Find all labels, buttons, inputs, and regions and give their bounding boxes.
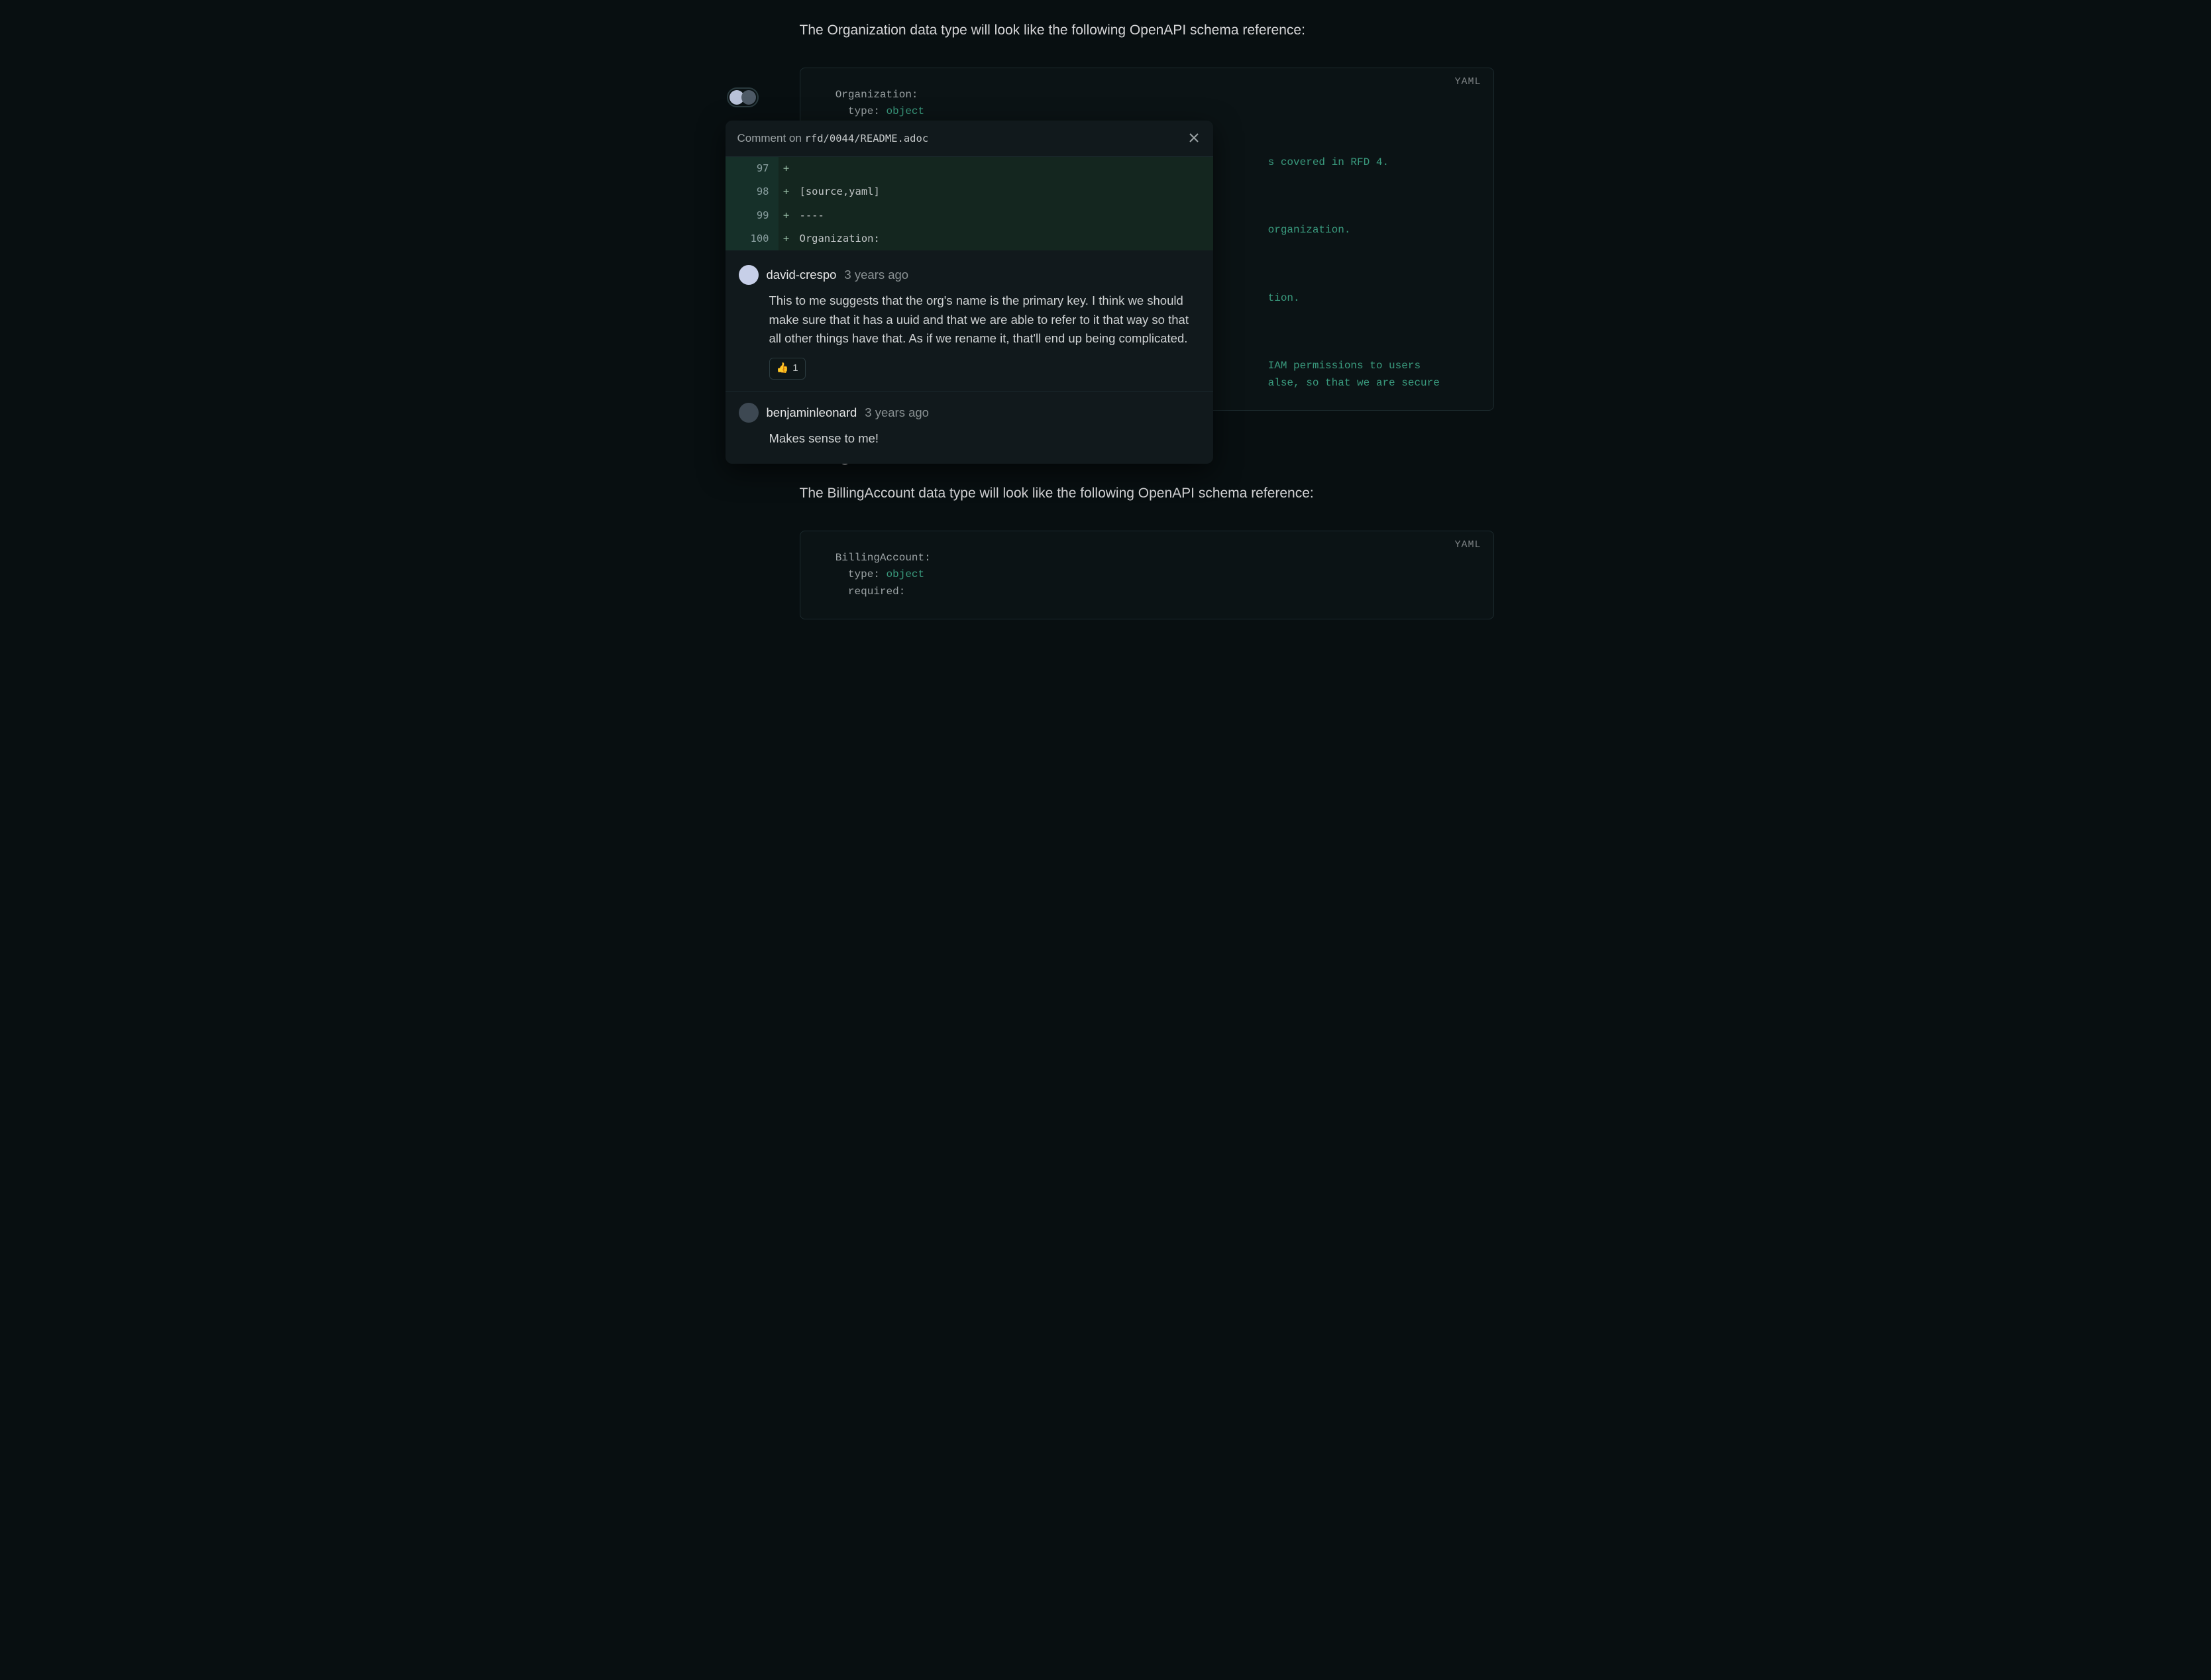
diff-marker: +: [779, 157, 794, 180]
section-intro-paragraph: The BillingAccount data type will look l…: [800, 483, 1494, 504]
diff-line-content: ----: [794, 204, 1213, 227]
line-number: 98: [726, 180, 779, 203]
popover-file-path: rfd/0044/README.adoc: [805, 132, 929, 144]
avatar: [741, 90, 756, 105]
code-language-label: YAML: [1454, 75, 1481, 90]
close-icon: [1189, 133, 1199, 142]
diff-row[interactable]: 99+----: [726, 204, 1213, 227]
code-content: BillingAccount: type: object required:: [823, 550, 1471, 601]
line-number: 99: [726, 204, 779, 227]
diff-snippet: 97+98+[source,yaml]99+----100+Organizati…: [726, 157, 1213, 250]
comment-body: This to me suggests that the org's name …: [769, 291, 1200, 348]
close-button[interactable]: [1187, 130, 1201, 147]
diff-marker: +: [779, 180, 794, 203]
diff-line-content: [794, 157, 1213, 180]
diff-row[interactable]: 98+[source,yaml]: [726, 180, 1213, 203]
avatar: [739, 265, 759, 285]
thumbs-up-icon: 👍: [777, 361, 789, 376]
popover-title-prefix: Comment on: [737, 132, 805, 144]
comment-thread-avatars[interactable]: [727, 87, 759, 107]
diff-row[interactable]: 97+: [726, 157, 1213, 180]
line-number: 100: [726, 227, 779, 250]
comment-body: Makes sense to me!: [769, 429, 1200, 448]
diff-line-content: Organization:: [794, 227, 1213, 250]
avatar: [739, 403, 759, 423]
code-block-billing: YAML BillingAccount: type: object requir…: [800, 531, 1494, 620]
comment-popover: Comment on rfd/0044/README.adoc 97+98+[s…: [726, 121, 1213, 464]
comment-author[interactable]: benjaminleonard: [767, 403, 857, 422]
popover-title: Comment on rfd/0044/README.adoc: [737, 130, 929, 147]
line-number: 97: [726, 157, 779, 180]
comment-item: david-crespo 3 years ago This to me sugges…: [726, 254, 1213, 392]
reaction-pill[interactable]: 👍1: [769, 358, 806, 380]
comments-list: david-crespo 3 years ago This to me sugges…: [726, 250, 1213, 464]
diff-row[interactable]: 100+Organization:: [726, 227, 1213, 250]
intro-paragraph: The Organization data type will look lik…: [800, 20, 1494, 41]
comment-author[interactable]: david-crespo: [767, 266, 837, 284]
diff-marker: +: [779, 204, 794, 227]
code-language-label: YAML: [1454, 538, 1481, 553]
popover-header: Comment on rfd/0044/README.adoc: [726, 121, 1213, 157]
comment-time: 3 years ago: [844, 266, 908, 284]
diff-line-content: [source,yaml]: [794, 180, 1213, 203]
diff-marker: +: [779, 227, 794, 250]
comment-time: 3 years ago: [865, 403, 929, 422]
comment-item: benjaminleonard 3 years ago Makes sense to…: [726, 392, 1213, 460]
reaction-count: 1: [792, 361, 798, 376]
